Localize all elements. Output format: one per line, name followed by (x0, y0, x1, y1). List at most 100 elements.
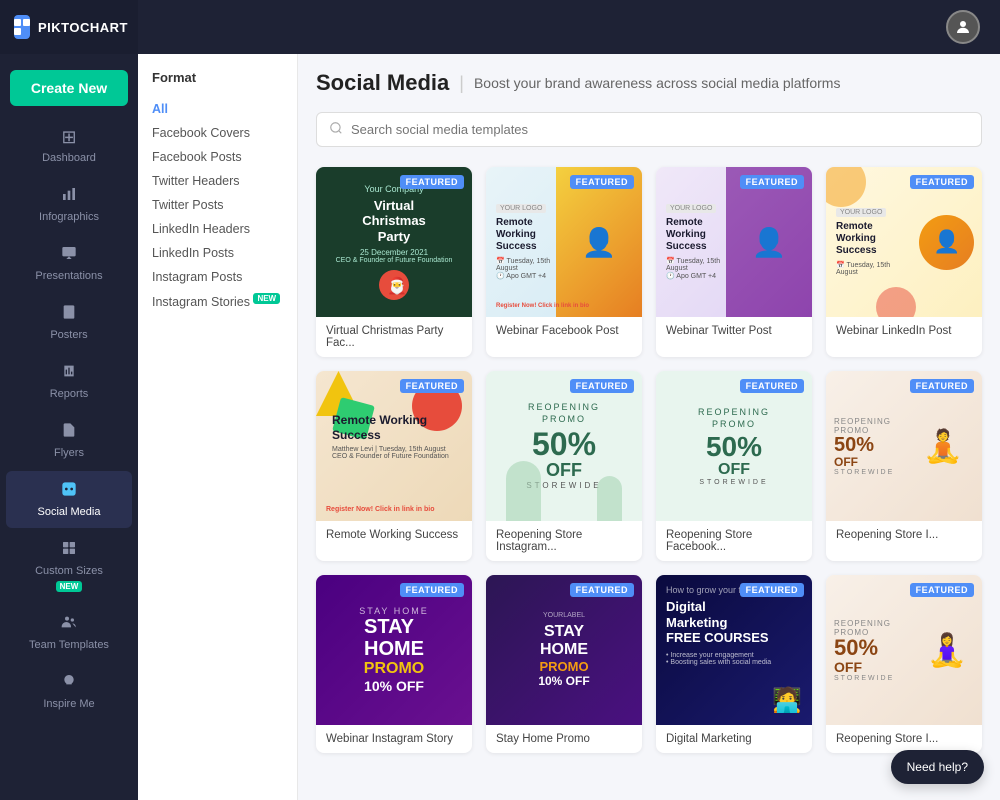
featured-badge-9: FEATURED (400, 583, 464, 597)
filter-facebook-posts[interactable]: Facebook Posts (152, 145, 283, 169)
inspire-me-icon (61, 673, 77, 694)
template-label-webinar-insta: Webinar Instagram Story (316, 725, 472, 753)
sidebar-item-presentations[interactable]: Presentations (6, 235, 132, 292)
app-name: PIKTOCHART (38, 20, 128, 35)
filter-panel: Format All Facebook Covers Facebook Post… (138, 54, 298, 800)
page-subtitle: Boost your brand awareness across social… (474, 75, 841, 91)
template-label-reopen-li: Reopening Store I... (826, 725, 982, 753)
title-divider: | (459, 73, 464, 94)
sidebar-label-dashboard: Dashboard (42, 152, 96, 164)
page-title: Social Media (316, 70, 449, 96)
infographics-icon (61, 186, 77, 207)
template-thumb-stay-home: FEATURED YOURLABEL STAYHOME PROMO 10% OF… (486, 575, 642, 725)
template-card-reopen-store[interactable]: FEATURED 🧘 Reopening Promo 50% OFF (826, 371, 982, 561)
sidebar-label-social-media: Social Media (38, 506, 101, 518)
sidebar-label-infographics: Infographics (39, 211, 99, 223)
featured-badge-4: FEATURED (910, 175, 974, 189)
sidebar-item-custom-sizes[interactable]: Custom Sizes NEW (6, 530, 132, 602)
template-label-webinar-fb: Webinar Facebook Post (486, 317, 642, 345)
dashboard-icon: ⊞ (61, 127, 76, 148)
filter-instagram-posts[interactable]: Instagram Posts (152, 265, 283, 289)
filter-twitter-posts[interactable]: Twitter Posts (152, 193, 283, 217)
sidebar-item-flyers[interactable]: Flyers (6, 412, 132, 469)
gallery-panel: Social Media | Boost your brand awarenes… (298, 54, 1000, 800)
template-card-digital[interactable]: FEATURED How to grow your followers! Dig… (656, 575, 812, 753)
featured-badge-5: FEATURED (400, 379, 464, 393)
filter-instagram-stories[interactable]: Instagram Stories NEW (152, 289, 283, 314)
featured-badge-11: FEATURED (740, 583, 804, 597)
create-new-button[interactable]: Create New (10, 70, 128, 106)
template-card-reopen-li[interactable]: FEATURED 🧘‍♀️ Reopening Promo 50% OFF ST… (826, 575, 982, 753)
sidebar-item-social-media[interactable]: Social Media (6, 471, 132, 528)
template-thumb-reopen-fb: FEATURED Reopening Promo 50% OFF STOREWI… (656, 371, 812, 521)
need-help-button[interactable]: Need help? (891, 750, 984, 784)
sidebar-item-team-templates[interactable]: Team Templates (6, 604, 132, 661)
template-label-reopen-store: Reopening Store I... (826, 521, 982, 549)
template-thumb-reopen-insta: FEATURED Reopening Promo 50% OFF STOREWI… (486, 371, 642, 521)
template-label-reopen-fb: Reopening Store Facebook... (656, 521, 812, 561)
topbar (138, 0, 1000, 54)
content-area: Format All Facebook Covers Facebook Post… (138, 54, 1000, 800)
custom-sizes-icon (61, 540, 77, 561)
template-thumb-digital: FEATURED How to grow your followers! Dig… (656, 575, 812, 725)
custom-sizes-badge: NEW (56, 581, 83, 592)
search-bar (316, 112, 982, 147)
sidebar-item-reports[interactable]: Reports (6, 353, 132, 410)
filter-linkedin-posts[interactable]: LinkedIn Posts (152, 241, 283, 265)
filter-twitter-headers[interactable]: Twitter Headers (152, 169, 283, 193)
template-thumb-remote-insta: FEATURED Remote WorkingSuccess Matthew L… (316, 371, 472, 521)
sidebar-label-inspire-me: Inspire Me (43, 698, 94, 710)
template-label-digital: Digital Marketing (656, 725, 812, 753)
template-label-reopen-insta: Reopening Store Instagram... (486, 521, 642, 561)
template-card-webinar-insta[interactable]: FEATURED Stay Home STAYHOME PROMO 10% OF… (316, 575, 472, 753)
template-thumb-webinar-tw: FEATURED 👤 YOUR LOGO RemoteWorkingSucces… (656, 167, 812, 317)
template-grid: FEATURED Your Company VirtualChristmasPa… (316, 167, 982, 753)
template-card-reopen-fb[interactable]: FEATURED Reopening Promo 50% OFF STOREWI… (656, 371, 812, 561)
sidebar-label-custom-sizes: Custom Sizes (35, 565, 103, 577)
featured-badge-10: FEATURED (570, 583, 634, 597)
template-thumb-webinar-fb: FEATURED 👤 YOUR LOGO RemoteWorkingSucces… (486, 167, 642, 317)
sidebar-label-team-templates: Team Templates (29, 639, 109, 651)
reports-icon (61, 363, 77, 384)
team-templates-icon (61, 614, 77, 635)
template-thumb-christmas: FEATURED Your Company VirtualChristmasPa… (316, 167, 472, 317)
template-card-stay-home[interactable]: FEATURED YOURLABEL STAYHOME PROMO 10% OF… (486, 575, 642, 753)
sidebar: PIKTOCHART Create New ⊞ Dashboard Infogr… (0, 0, 138, 800)
featured-badge-6: FEATURED (570, 379, 634, 393)
search-input[interactable] (351, 122, 969, 137)
sidebar-item-dashboard[interactable]: ⊞ Dashboard (6, 117, 132, 174)
flyers-icon (61, 422, 77, 443)
template-label-remote-insta: Remote Working Success (316, 521, 472, 549)
template-card-christmas[interactable]: FEATURED Your Company VirtualChristmasPa… (316, 167, 472, 357)
main-area: Format All Facebook Covers Facebook Post… (138, 0, 1000, 800)
template-card-remote-insta[interactable]: FEATURED Remote WorkingSuccess Matthew L… (316, 371, 472, 561)
template-card-webinar-fb[interactable]: FEATURED 👤 YOUR LOGO RemoteWorkingSucces… (486, 167, 642, 357)
filter-linkedin-headers[interactable]: LinkedIn Headers (152, 217, 283, 241)
featured-badge-7: FEATURED (740, 379, 804, 393)
sidebar-item-inspire-me[interactable]: Inspire Me (6, 663, 132, 720)
sidebar-item-posters[interactable]: Posters (6, 294, 132, 351)
user-avatar[interactable] (946, 10, 980, 44)
featured-badge-2: FEATURED (570, 175, 634, 189)
posters-icon (61, 304, 77, 325)
sidebar-item-infographics[interactable]: Infographics (6, 176, 132, 233)
featured-badge: FEATURED (400, 175, 464, 189)
page-header: Social Media | Boost your brand awarenes… (316, 70, 982, 96)
template-thumb-reopen-store: FEATURED 🧘 Reopening Promo 50% OFF (826, 371, 982, 521)
featured-badge-8: FEATURED (910, 379, 974, 393)
template-thumb-reopen-li: FEATURED 🧘‍♀️ Reopening Promo 50% OFF ST… (826, 575, 982, 725)
template-card-webinar-li[interactable]: FEATURED 👤 YOUR LOGO RemoteWorkingSucces… (826, 167, 982, 357)
template-thumb-webinar-insta: FEATURED Stay Home STAYHOME PROMO 10% OF… (316, 575, 472, 725)
sidebar-label-presentations: Presentations (35, 270, 102, 282)
sidebar-label-reports: Reports (50, 388, 89, 400)
template-card-webinar-tw[interactable]: FEATURED 👤 YOUR LOGO RemoteWorkingSucces… (656, 167, 812, 357)
filter-all[interactable]: All (152, 97, 283, 121)
search-icon (329, 121, 343, 138)
template-label-christmas: Virtual Christmas Party Fac... (316, 317, 472, 357)
presentations-icon (61, 245, 77, 266)
filter-title: Format (152, 70, 283, 85)
social-media-icon (61, 481, 77, 502)
sidebar-label-posters: Posters (50, 329, 87, 341)
filter-facebook-covers[interactable]: Facebook Covers (152, 121, 283, 145)
template-card-reopen-insta[interactable]: FEATURED Reopening Promo 50% OFF STOREWI… (486, 371, 642, 561)
